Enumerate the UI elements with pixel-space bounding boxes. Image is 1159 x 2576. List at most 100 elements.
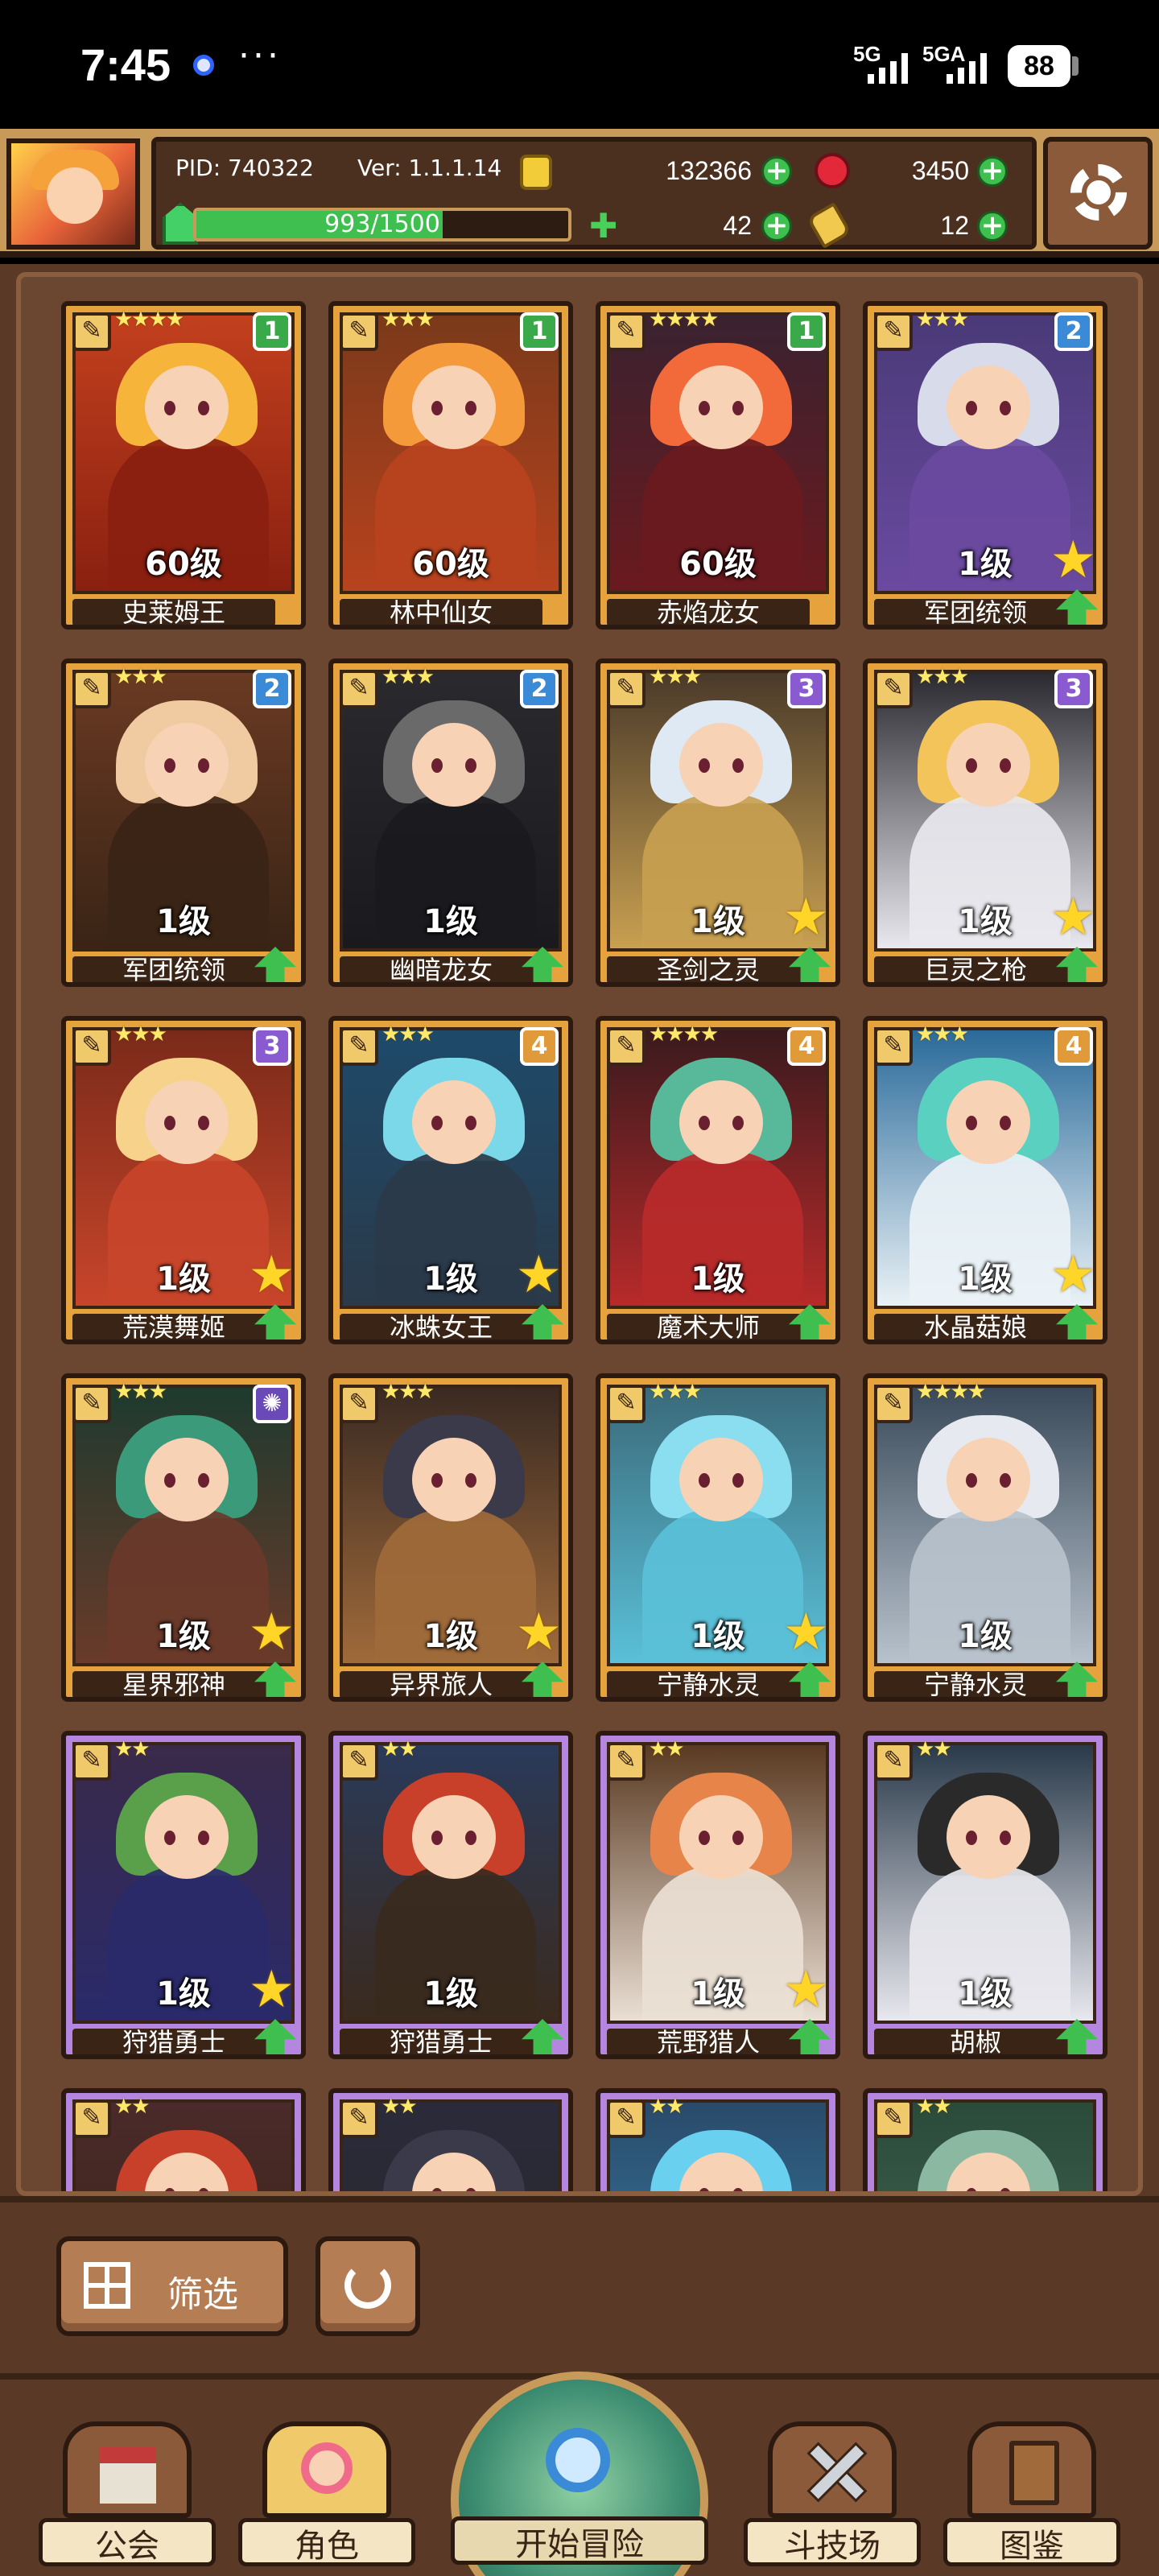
class-type-icon: ✎ (607, 670, 645, 708)
nav-guild[interactable]: 公会 (39, 2421, 216, 2576)
rarity-stars: ★★★ (649, 1380, 702, 1404)
filter-label: 筛选 (167, 2274, 238, 2315)
character-card[interactable]: ✎ ★★★ 1 60级 林中仙女 (328, 301, 573, 630)
rank-badge: 4 (520, 1027, 559, 1066)
portrait-eye (966, 1473, 977, 1488)
character-card[interactable]: ✎ ★★ 1级 狩猎勇士 ★ (61, 1731, 306, 2059)
portrait-head (947, 1795, 1030, 1879)
nav-codex[interactable]: 图鉴 (943, 2421, 1120, 2576)
character-card[interactable]: ✎ ★★ (863, 2088, 1107, 2191)
character-grid-scroll[interactable]: ✎ ★★★★ 1 60级 史莱姆王 ✎ ★★★ 1 60级 林中仙女 ✎ ★★★★ 1 60级 赤焰龙女 ✎ ★… (16, 272, 1143, 2196)
class-type-icon: ✎ (874, 2099, 913, 2138)
character-name: 荒野猎人 (607, 2029, 810, 2054)
character-name: 胡椒 (874, 2029, 1077, 2054)
add-potion-button[interactable]: + (977, 211, 1008, 242)
portrait-eye (732, 1473, 744, 1488)
star-upgrade-icon: ★ (248, 1960, 295, 2020)
add-gold-button[interactable]: + (761, 156, 792, 187)
portrait-head (947, 1438, 1030, 1521)
clover-icon: ✚ (589, 206, 618, 246)
nav-characters[interactable]: 角色 (238, 2421, 415, 2576)
portrait-eye (198, 1473, 209, 1488)
portrait-eye (431, 758, 443, 773)
nav-adventure[interactable]: 开始冒险 (451, 2372, 708, 2576)
rarity-stars: ★★★ (382, 1022, 435, 1046)
nav-arena[interactable]: 斗技场 (744, 2421, 921, 2576)
character-card[interactable]: ✎ ★★ 1级 荒野猎人 ★ (596, 1731, 840, 2059)
portrait-head (947, 365, 1030, 449)
portrait-eye (465, 401, 476, 415)
portrait-eye (1000, 1116, 1011, 1130)
character-card[interactable]: ✎ ★★ (61, 2088, 306, 2191)
character-name: 军团统领 (874, 599, 1077, 625)
portrait-head (679, 365, 763, 449)
character-card[interactable]: ✎ ★★★★ 1级 宁静水灵 (863, 1373, 1107, 1702)
arena-icon-box (768, 2421, 897, 2518)
portrait-head (412, 1080, 496, 1164)
portrait-head (679, 1438, 763, 1521)
portrait-head (412, 1438, 496, 1521)
rarity-stars: ★★ (916, 2095, 952, 2119)
portrait-eye (966, 1831, 977, 1845)
character-card[interactable]: ✎ ★★★ ✺ 1级 星界邪神 ★ (61, 1373, 306, 1702)
character-card[interactable]: ✎ ★★★ 3 1级 圣剑之灵 ★ (596, 658, 840, 987)
character-card[interactable]: ✎ ★★ (328, 2088, 573, 2191)
filter-bar: 筛选 (0, 2196, 1159, 2373)
nav-adventure-label: 开始冒险 (451, 2516, 708, 2565)
character-card[interactable]: ✎ ★★★ 4 1级 水晶菇娘 ★ (863, 1016, 1107, 1344)
portrait-eye (465, 1116, 476, 1130)
character-level: 60级 (412, 546, 489, 583)
portrait-eye (164, 401, 175, 415)
character-card[interactable]: ✎ ★★★ 1级 异界旅人 ★ (328, 1373, 573, 1702)
portrait-head (145, 1080, 229, 1164)
player-avatar[interactable] (6, 138, 140, 250)
class-type-icon: ✎ (340, 312, 378, 351)
book-icon (1009, 2441, 1059, 2505)
refresh-button[interactable] (316, 2236, 420, 2336)
character-card[interactable]: ✎ ★★★★ 1 60级 赤焰龙女 (596, 301, 840, 630)
character-level: 1级 (423, 1975, 478, 2013)
character-card[interactable]: ✎ ★★★★ 1 60级 史莱姆王 (61, 301, 306, 630)
portrait-head (679, 1795, 763, 1879)
portrait-eye (164, 758, 175, 773)
codex-icon-box (967, 2421, 1096, 2518)
portrait-head (679, 723, 763, 807)
character-card[interactable]: ✎ ★★★ 3 1级 荒漠舞姬 ★ (61, 1016, 306, 1344)
character-card[interactable]: ✎ ★★★ 2 1级 幽暗龙女 (328, 658, 573, 987)
filter-grid-icon (84, 2262, 130, 2309)
portrait-eye (431, 1831, 443, 1845)
star-upgrade-icon: ★ (782, 888, 829, 947)
portrait-eye (966, 758, 977, 773)
character-card[interactable]: ✎ ★★★ 2 1级 军团统领 (61, 658, 306, 987)
rank-badge: 1 (520, 312, 559, 351)
character-name: 星界邪神 (72, 1671, 275, 1697)
settings-button[interactable] (1043, 137, 1153, 250)
add-gems-button[interactable]: + (977, 156, 1008, 187)
filter-button[interactable]: 筛选 (56, 2236, 288, 2336)
character-card[interactable]: ✎ ★★★★ 4 1级 魔术大师 (596, 1016, 840, 1344)
red-gem-icon (815, 153, 850, 188)
character-card[interactable]: ✎ ★★★ 3 1级 巨灵之枪 ★ (863, 658, 1107, 987)
character-card[interactable]: ✎ ★★★ 4 1级 冰蛛女王 ★ (328, 1016, 573, 1344)
character-card[interactable]: ✎ ★★ (596, 2088, 840, 2191)
portrait-eye (1000, 758, 1011, 773)
portrait-head (412, 1795, 496, 1879)
rarity-stars: ★★★★ (649, 1022, 719, 1046)
battery-tip-icon (1072, 56, 1079, 76)
rarity-stars: ★★★ (114, 1022, 167, 1046)
character-card[interactable]: ✎ ★★★ 1级 宁静水灵 ★ (596, 1373, 840, 1702)
rarity-stars: ★★ (114, 2095, 151, 2119)
more-notifications-icon: ··· (238, 35, 282, 76)
character-name: 巨灵之枪 (874, 956, 1077, 982)
character-card[interactable]: ✎ ★★★ 2 1级 军团统领 ★ (863, 301, 1107, 630)
add-clover-button[interactable]: + (761, 211, 792, 242)
rarity-stars: ★★★★ (114, 308, 184, 332)
gem-amount: 3450 (911, 156, 969, 185)
rarity-stars: ★★ (382, 2095, 418, 2119)
character-card[interactable]: ✎ ★★ 1级 狩猎勇士 (328, 1731, 573, 2059)
rarity-stars: ★★★ (114, 665, 167, 689)
character-card[interactable]: ✎ ★★ 1级 胡椒 (863, 1731, 1107, 2059)
star-upgrade-icon: ★ (782, 1960, 829, 2020)
character-name: 冰蛛女王 (340, 1314, 542, 1340)
portrait-eye (198, 1116, 209, 1130)
